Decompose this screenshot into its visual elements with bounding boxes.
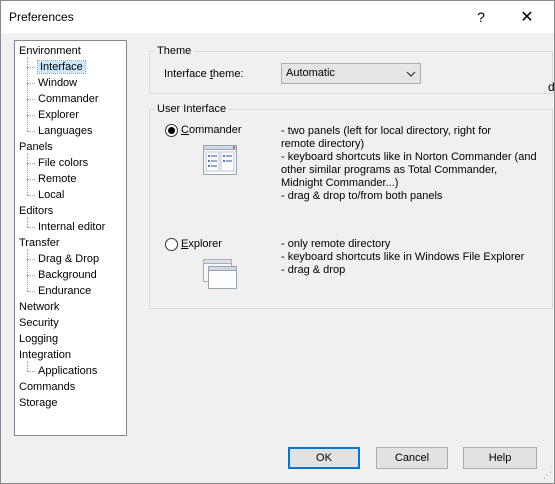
tree-item-endurance[interactable]: Endurance	[38, 283, 91, 299]
tree-item-network[interactable]: Network	[19, 299, 59, 315]
explorer-radio-label[interactable]: Explorer	[181, 238, 222, 250]
tree-item-languages[interactable]: Languages	[38, 123, 92, 139]
tree-item-storage[interactable]: Storage	[19, 395, 58, 411]
description-line: - drag & drop	[281, 264, 346, 276]
interface-theme-value: Automatic	[286, 67, 335, 79]
cancel-button[interactable]: Cancel	[376, 447, 448, 469]
resize-grip-icon[interactable]: ⋰	[543, 470, 552, 481]
preferences-tree[interactable]: Environment Interface Window Commander Explo…	[14, 40, 127, 436]
tree-item-applications[interactable]: Applications	[38, 363, 97, 379]
tree-item-explorer[interactable]: Explorer	[38, 107, 79, 123]
interface-theme-label: Interface theme:	[164, 68, 244, 80]
description-line: - drag & drop to/from both panels	[281, 190, 443, 202]
tree-item-remote[interactable]: Remote	[38, 171, 77, 187]
window-title: Preferences	[9, 10, 74, 24]
description-line: - two panels (left for local directory, …	[281, 125, 492, 137]
tree-item-commander[interactable]: Commander	[38, 91, 99, 107]
title-bar: Preferences ? ✕	[1, 1, 554, 33]
description-line: - keyboard shortcuts like in Windows Fil…	[281, 251, 525, 263]
description-line: - only remote directory	[281, 238, 391, 250]
chevron-down-icon	[406, 65, 416, 86]
commander-radio[interactable]	[165, 124, 178, 137]
tree-item-security[interactable]: Security	[19, 315, 59, 331]
explorer-radio[interactable]	[165, 238, 178, 251]
tree-item-local[interactable]: Local	[38, 187, 64, 203]
theme-group-title: Theme	[155, 45, 194, 57]
tree-item-interface[interactable]: Interface	[37, 59, 86, 75]
background-text-fragment: d	[548, 80, 555, 94]
preferences-window: Preferences ? ✕ Environment Interface Wind…	[0, 0, 555, 484]
description-line: Midnight Commander...)	[281, 177, 399, 189]
tree-item-background[interactable]: Background	[38, 267, 97, 283]
tree-item-transfer[interactable]: Transfer	[19, 235, 60, 251]
commander-radio-label[interactable]: Commander	[181, 124, 242, 136]
tree-item-internal-editor[interactable]: Internal editor	[38, 219, 105, 235]
tree-item-window[interactable]: Window	[38, 75, 77, 91]
tree-item-environment[interactable]: Environment	[19, 43, 81, 59]
tree-item-panels[interactable]: Panels	[19, 139, 53, 155]
tree-item-drag-drop[interactable]: Drag & Drop	[38, 251, 99, 267]
help-icon[interactable]: ?	[458, 1, 504, 33]
user-interface-group-title: User Interface	[155, 103, 229, 115]
description-line: - keyboard shortcuts like in Norton Comm…	[281, 151, 537, 163]
ok-button[interactable]: OK	[288, 447, 360, 469]
tree-item-file-colors[interactable]: File colors	[38, 155, 88, 171]
help-button[interactable]: Help	[463, 447, 537, 469]
interface-theme-dropdown[interactable]: Automatic	[281, 63, 421, 84]
tree-item-editors[interactable]: Editors	[19, 203, 53, 219]
tree-item-logging[interactable]: Logging	[19, 331, 58, 347]
commander-interface-icon	[203, 145, 237, 178]
explorer-interface-icon	[203, 259, 237, 292]
description-line: remote directory)	[281, 138, 365, 150]
tree-item-commands[interactable]: Commands	[19, 379, 75, 395]
description-line: other similar programs as Total Commande…	[281, 164, 498, 176]
close-icon[interactable]: ✕	[504, 1, 550, 33]
